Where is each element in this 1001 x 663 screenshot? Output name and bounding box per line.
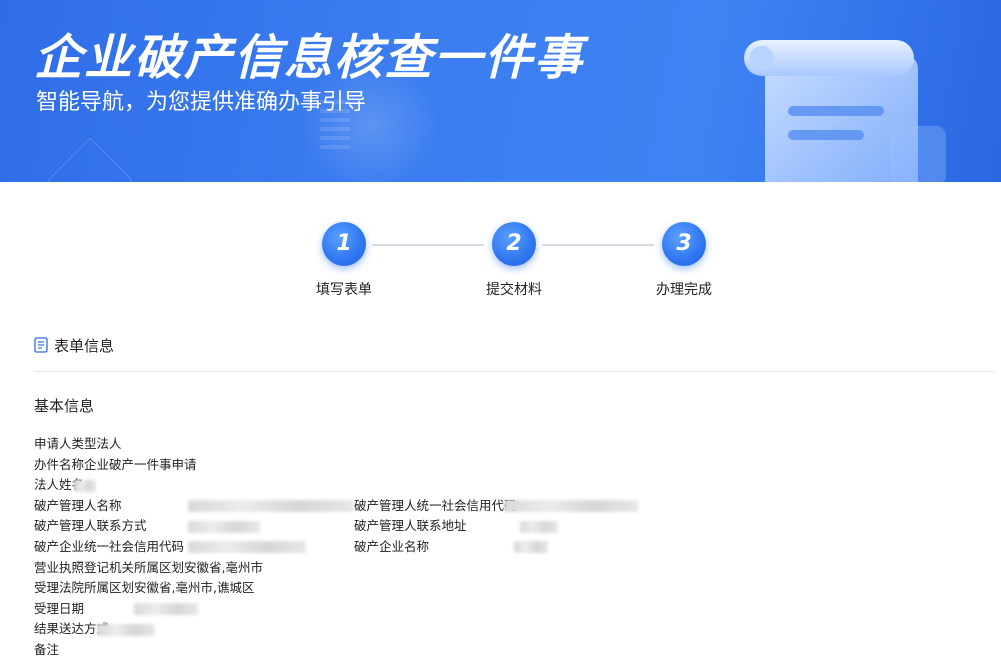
field-label: 破产企业统一社会信用代码 [34, 538, 185, 554]
redacted-value [188, 537, 306, 558]
redacted-value [188, 496, 354, 517]
field-value: 法人 [96, 436, 122, 451]
section-divider [34, 371, 994, 372]
field-label: 备注 [34, 641, 60, 657]
form-row: 结果送达方式 [34, 619, 974, 640]
form-row: 受理日期 [34, 599, 974, 620]
form-row: 申请人类型法人 [34, 434, 974, 455]
redacted-value [504, 496, 638, 517]
field-label: 破产管理人联系地址 [354, 518, 467, 534]
field-label: 破产企业名称 [354, 538, 430, 554]
step-label: 提交材料 [486, 282, 542, 298]
field-label: 破产管理人统一社会信用代码 [354, 497, 517, 513]
form-row: 备注 [34, 640, 974, 661]
redacted-value [134, 599, 198, 620]
step-label: 办理完成 [656, 282, 712, 298]
form-row: 受理法院所属区划安徽省,亳州市,谯城区 [34, 578, 974, 599]
field-value: 企业破产一件事申请 [84, 456, 197, 472]
form-info-header: 表单信息 [34, 334, 114, 356]
field-label: 办件名称 [34, 456, 85, 472]
progress-steps: 1 填写表单 2 提交材料 3 办理完成 [0, 218, 1001, 308]
form-row: 法人姓名 [34, 475, 974, 496]
page-title: 企业破产信息核查一件事 [34, 30, 585, 86]
form-row: 办件名称企业破产一件事申请 [34, 455, 974, 476]
redacted-value [97, 623, 156, 636]
step-complete: 3 办理完成 [624, 218, 744, 300]
field-label: 受理法院所属区划 [34, 580, 135, 596]
section-title: 表单信息 [54, 336, 115, 355]
redacted-value [514, 537, 548, 558]
redacted-value [188, 516, 260, 537]
basic-info-title: 基本信息 [34, 397, 95, 415]
field-label: 受理日期 [34, 600, 85, 616]
step-label: 填写表单 [316, 282, 372, 298]
step-submit-materials: 2 提交材料 [454, 218, 574, 300]
redacted-value [520, 516, 558, 537]
step-number-badge: 2 [492, 222, 536, 266]
document-scroll-icon [744, 40, 946, 182]
field-label: 破产管理人联系方式 [34, 518, 147, 534]
step-number-badge: 1 [322, 222, 366, 266]
form-document-icon [34, 337, 48, 353]
field-label: 破产管理人名称 [34, 497, 122, 513]
redacted-value [74, 479, 97, 492]
banner-diamond-decoration [47, 137, 133, 182]
field-value: 安徽省,亳州市,谯城区 [134, 580, 255, 596]
step-fill-form: 1 填写表单 [284, 218, 404, 300]
hero-banner: 企业破产信息核查一件事 智能导航，为您提供准确办事引导 [0, 0, 1001, 182]
form-row: 破产企业统一社会信用代码 破产企业名称 [34, 537, 974, 558]
form-row: 破产管理人联系方式 破产管理人联系地址 [34, 516, 974, 537]
field-label: 营业执照登记机关所属区划 [34, 559, 185, 575]
field-label: 申请人类型 [34, 436, 97, 451]
page-subtitle: 智能导航，为您提供准确办事引导 [36, 90, 367, 115]
step-number-badge: 3 [662, 222, 706, 266]
form-row: 营业执照登记机关所属区划安徽省,亳州市 [34, 558, 974, 579]
field-value: 安徽省,亳州市 [184, 559, 263, 575]
form-row: 破产管理人名称 破产管理人统一社会信用代码 [34, 496, 974, 517]
basic-info-form: 申请人类型法人 办件名称企业破产一件事申请 法人姓名 破产管理人名称 破产管理人… [34, 434, 974, 661]
